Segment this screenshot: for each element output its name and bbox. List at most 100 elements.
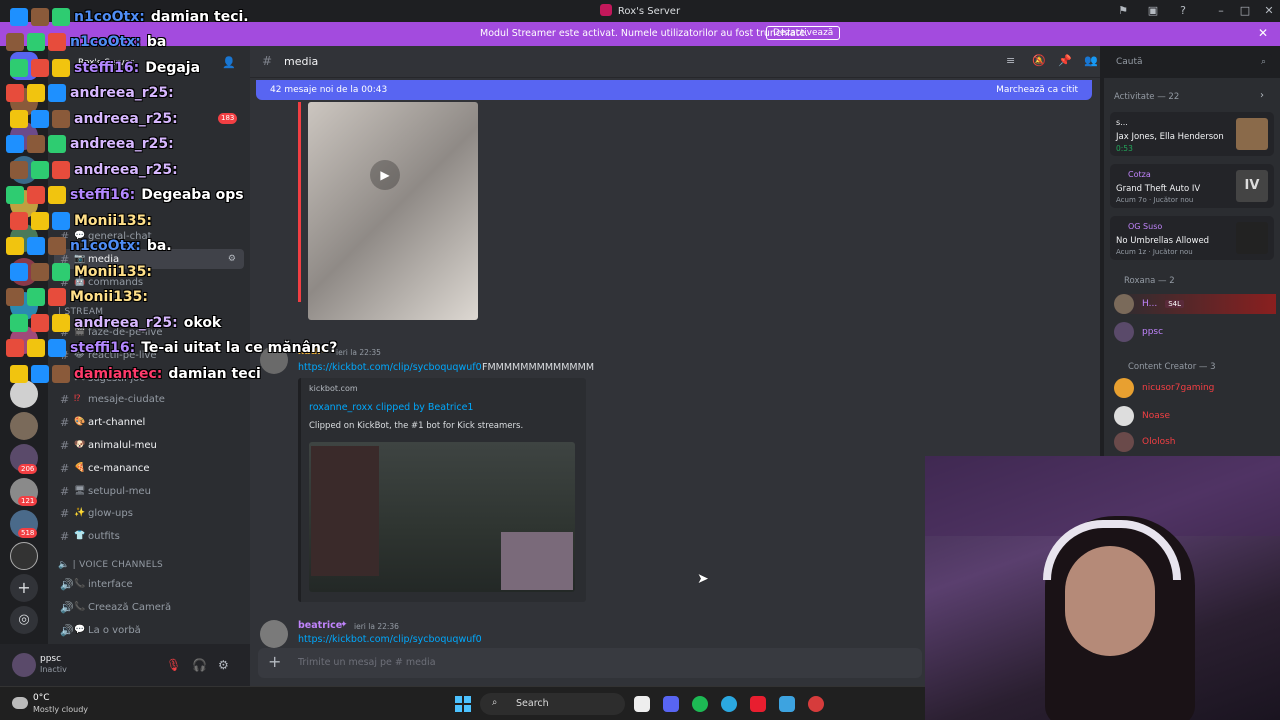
settings-icon[interactable]: ⚙ [228, 254, 236, 264]
voice-interface[interactable]: 🔊 📞 interface [60, 574, 133, 594]
message-link[interactable]: https://kickbot.com/clip/sycboquqwuf0 [298, 362, 482, 373]
pin-icon[interactable]: 📌 [1058, 54, 1072, 67]
avatar [1114, 294, 1134, 314]
badge-icon [31, 262, 49, 281]
badge-icon [31, 364, 49, 383]
mouse-cursor-icon: ➤ [697, 571, 709, 587]
overlay-username: damiantec: [74, 365, 163, 382]
explore-icon[interactable]: ◎ [10, 606, 38, 634]
member-row[interactable]: Noase [1114, 406, 1170, 426]
avatar[interactable] [260, 620, 288, 648]
activity-card[interactable]: OG Suso No Umbrellas Allowed Acum 1z · J… [1110, 216, 1274, 260]
server-icon[interactable] [10, 412, 38, 440]
server-icon[interactable] [10, 542, 38, 570]
activity-card[interactable]: s... Jax Jones, Ella Henderson 0:53 [1110, 112, 1274, 156]
channel-ce-manance[interactable]: # 🍕 ce-manance [60, 458, 150, 478]
category-voice[interactable]: 🔈 | VOICE CHANNELS [58, 560, 163, 570]
minimize-icon[interactable]: – [1214, 4, 1228, 18]
message-composer[interactable]: + Trimite un mesaj pe # media [258, 648, 922, 678]
voice-la-o-vorba[interactable]: 🔊 💬 La o vorbă [60, 620, 141, 640]
badge-icon [6, 186, 24, 204]
monitor-icon[interactable]: ▣ [1146, 4, 1160, 18]
notifications-icon[interactable]: 🔕 [1032, 54, 1046, 67]
channel-outfits[interactable]: # 👕 outfits [60, 526, 120, 546]
new-messages-bar[interactable]: 42 mesaje noi de la 00:43 Marchează ca c… [256, 80, 1092, 100]
windows-start-icon[interactable] [455, 696, 471, 712]
overlay-chat-row: andreea_r25: [10, 106, 184, 131]
badge-icon [52, 262, 70, 281]
new-messages-text: 42 mesaje noi de la 00:43 [270, 85, 388, 95]
mark-read-button[interactable]: Marchează ca citit [996, 85, 1078, 95]
embed-site: kickbot.com [309, 384, 358, 393]
app-icon[interactable] [779, 696, 795, 712]
deafen-icon[interactable]: 🎧 [192, 658, 207, 672]
banner-close-icon[interactable]: ✕ [1258, 26, 1268, 40]
app-icon[interactable] [750, 696, 766, 712]
member-row[interactable]: ppsc [1114, 322, 1163, 342]
overlay-username: Monii135: [74, 263, 152, 280]
channel-animalul-meu[interactable]: # 🐶 animalul-meu [60, 435, 157, 455]
channel-glow-ups[interactable]: # ✨ glow-ups [60, 503, 133, 523]
embed-title[interactable]: roxanne_roxx clipped by Beatrice1 [309, 402, 473, 413]
member-row[interactable]: Ololosh [1114, 432, 1176, 452]
voice-creeaza-camera[interactable]: 🔊 📞 Creează Cameră [60, 597, 171, 617]
chat-badges [6, 135, 66, 153]
weather-temp[interactable]: 0°C [33, 693, 50, 703]
file-explorer-icon[interactable] [634, 696, 650, 712]
inbox-icon[interactable]: ⚑ [1116, 4, 1130, 18]
chat-badges [6, 288, 66, 306]
badge-icon [31, 160, 49, 179]
tattoo-video-thumbnail[interactable]: ▶ [308, 102, 478, 320]
spotify-icon[interactable] [692, 696, 708, 712]
disable-streamer-button[interactable]: Dezactivează [766, 26, 841, 40]
activity-header: Activitate — 22 [1114, 92, 1180, 102]
search-input[interactable]: Caută ⌕ [1110, 54, 1272, 72]
speaker-icon: 🔊 [60, 577, 74, 591]
play-icon[interactable]: ▶ [370, 160, 400, 190]
discord-icon[interactable] [663, 696, 679, 712]
help-icon[interactable]: ? [1176, 4, 1190, 18]
overlay-username: steffi16: [74, 59, 140, 76]
settings-icon[interactable]: ⚙ [218, 658, 229, 672]
edge-icon[interactable] [721, 696, 737, 712]
cloud-icon [12, 697, 28, 709]
add-attachment-icon[interactable]: + [268, 654, 281, 670]
member-row[interactable]: nicusor7gaming [1114, 378, 1214, 398]
badge-icon [27, 33, 45, 51]
search-icon: ⌕ [492, 697, 498, 708]
app-icon[interactable] [808, 696, 824, 712]
members-icon[interactable]: 👥 [1084, 54, 1098, 67]
threads-icon[interactable]: ≡ [1006, 54, 1015, 67]
chevron-right-icon[interactable]: › [1260, 90, 1264, 101]
hash-icon: # [60, 392, 70, 406]
message-author[interactable]: beatrice [298, 620, 342, 631]
message-link[interactable]: https://kickbot.com/clip/sycboquqwuf0 [298, 634, 482, 645]
channel-art-channel[interactable]: # 🎨 art-channel [60, 412, 145, 432]
taskbar-search[interactable]: ⌕ Search [480, 693, 625, 715]
overlay-username: andreea_r25: [74, 110, 178, 127]
weather-desc[interactable]: Mostly cloudy [33, 705, 88, 714]
overlay-chat-row: steffi16: Degeaba ops [6, 183, 244, 208]
speaker-icon: 🔈 [58, 560, 73, 570]
add-member-icon[interactable]: 👤 [222, 56, 236, 69]
channel-setupul-meu[interactable]: # 🖥 setupul-meu [60, 481, 151, 501]
member-row[interactable]: H... S4L [1114, 294, 1276, 314]
chat-badges [6, 84, 66, 102]
message-time: ieri la 22:36 [354, 622, 399, 631]
embed-thumbnail[interactable] [309, 442, 575, 592]
maximize-icon[interactable]: □ [1238, 4, 1252, 18]
mute-icon[interactable]: 🎙 [166, 658, 181, 672]
overlay-message: Te-ai uitat la ce mănânc? [141, 340, 338, 356]
badge-icon [6, 84, 24, 102]
channel-mesaje-ciudate[interactable]: # ⁉ mesaje-ciudate [60, 389, 165, 409]
chat-badges [10, 7, 70, 26]
activity-card[interactable]: Cotza Grand Theft Auto IV Acum 7o · Jucă… [1110, 164, 1274, 208]
close-window-icon[interactable]: ✕ [1262, 4, 1276, 18]
add-server-icon[interactable]: + [10, 574, 38, 602]
chat-badges [10, 109, 70, 128]
star-icon: ✦ [340, 620, 348, 630]
reply-bar [298, 102, 301, 302]
message-time: ieri la 22:35 [336, 348, 381, 357]
avatar[interactable] [12, 653, 36, 677]
overlay-username: n1coOtx: [74, 8, 145, 25]
